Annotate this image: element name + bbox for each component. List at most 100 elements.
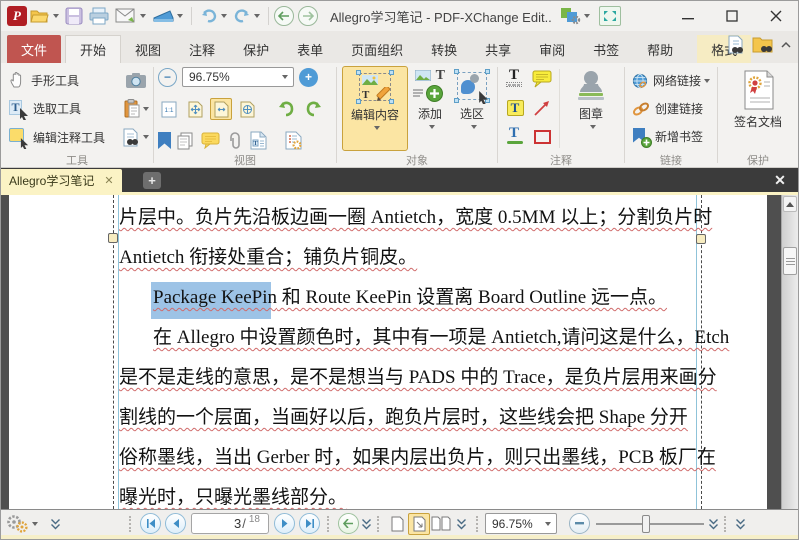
- content-pane-button[interactable]: T: [250, 131, 267, 150]
- tab-close-icon[interactable]: ✕: [104, 174, 113, 187]
- rotate-ccw-button[interactable]: [274, 98, 298, 120]
- two-page-button[interactable]: [430, 513, 452, 535]
- tab-review[interactable]: 审阅: [525, 35, 579, 63]
- vertical-scrollbar[interactable]: [781, 195, 798, 509]
- actual-size-button[interactable]: 1:1: [158, 98, 180, 120]
- document-line[interactable]: 在 Allegro 中设置颜色时，其中有一项是 Antietch,请问这是什么，…: [119, 322, 729, 348]
- tab-help[interactable]: 帮助: [633, 35, 687, 63]
- session-button[interactable]: [558, 4, 593, 28]
- document-line[interactable]: 是不是走线的意思，是不是想当与 PADS 中的 Trace，是负片层用来画分: [119, 362, 717, 388]
- edit-content-button[interactable]: T 编辑内容: [342, 66, 408, 151]
- previous-view-button[interactable]: [338, 513, 359, 534]
- close-document-button[interactable]: ✕: [768, 171, 792, 190]
- scan-button[interactable]: [149, 4, 186, 28]
- web-link-button[interactable]: 网络链接: [629, 67, 713, 94]
- select-tool-button[interactable]: T 选取工具: [5, 96, 123, 122]
- close-button[interactable]: [754, 1, 798, 31]
- create-link-button[interactable]: 创建链接: [629, 95, 713, 122]
- save-button[interactable]: [62, 4, 86, 28]
- thumbnails-pane-button[interactable]: [177, 132, 195, 150]
- document-line[interactable]: 曝光时，只曝光墨线部分。: [119, 482, 704, 508]
- minimize-button[interactable]: [666, 1, 710, 31]
- last-page-button[interactable]: [299, 513, 320, 534]
- single-page-button[interactable]: [386, 513, 408, 535]
- scroll-up-button[interactable]: [783, 196, 797, 212]
- tab-form[interactable]: 表单: [283, 35, 337, 63]
- paste-button[interactable]: [123, 96, 149, 122]
- forward-button[interactable]: [298, 6, 318, 26]
- redo-button[interactable]: [230, 4, 263, 28]
- selection-handle-left[interactable]: [108, 233, 118, 243]
- sticky-note-button[interactable]: [529, 66, 555, 92]
- tab-share[interactable]: 共享: [471, 35, 525, 63]
- text-style-button[interactable]: T: [502, 124, 528, 150]
- tab-file[interactable]: 文件: [7, 35, 62, 63]
- properties-pane-button[interactable]: [285, 131, 302, 150]
- zoom-slider-handle[interactable]: [642, 514, 650, 533]
- document-tab[interactable]: Allegro学习笔记 ✕: [1, 169, 122, 192]
- zoom-slider[interactable]: [596, 514, 704, 534]
- zoom-out-slider-button[interactable]: [569, 513, 590, 534]
- document-line[interactable]: 俗称墨线，当出 Gerber 时，如果内层出负片，则只出墨线，PCB 板厂在: [119, 442, 716, 468]
- tab-organize[interactable]: 页面组织: [337, 35, 417, 63]
- open-button[interactable]: [27, 4, 62, 28]
- page-number-field[interactable]: 3 / 18: [191, 513, 269, 534]
- attachments-pane-button[interactable]: [226, 131, 244, 150]
- maximize-button[interactable]: [710, 1, 754, 31]
- back-button[interactable]: [274, 6, 294, 26]
- bookmarks-pane-button[interactable]: [158, 132, 171, 149]
- arrow-tool-button[interactable]: [529, 95, 555, 121]
- find-document-button[interactable]: [726, 35, 746, 55]
- selected-text[interactable]: Package KeePin: [153, 287, 277, 308]
- tab-convert[interactable]: 转换: [417, 35, 471, 63]
- rotate-cw-button[interactable]: [302, 98, 326, 120]
- print-button[interactable]: [86, 4, 112, 28]
- text-box-button[interactable]: T: [502, 95, 528, 121]
- fit-visible-button[interactable]: [236, 98, 258, 120]
- zoom-in-button[interactable]: +: [299, 67, 318, 87]
- tab-home[interactable]: 开始: [65, 35, 122, 63]
- new-tab-button[interactable]: +: [143, 172, 161, 189]
- document-line[interactable]: Package KeePin 和 Route KeePin 设置离 Board …: [119, 282, 704, 308]
- fit-page-button[interactable]: [210, 98, 232, 120]
- search-button[interactable]: [123, 124, 149, 150]
- rectangle-tool-button[interactable]: [529, 124, 555, 150]
- previous-page-button[interactable]: [165, 513, 186, 534]
- stamp-button[interactable]: 图章: [565, 66, 617, 151]
- comments-pane-button[interactable]: [201, 132, 220, 149]
- add-object-button[interactable]: T 添加: [410, 66, 450, 151]
- document-line[interactable]: 割线的一个层面，当画好以后，跑负片层时，这些线会把 Shape 分开: [119, 402, 704, 428]
- zoom-out-button[interactable]: −: [158, 67, 177, 87]
- typewriter-button[interactable]: T: [502, 66, 528, 92]
- sign-document-button[interactable]: 签名文档: [726, 66, 790, 151]
- fit-width-button[interactable]: [184, 98, 206, 120]
- document-page[interactable]: 片层中。负片先沿板边画一圈 Antietch，宽度 0.5MM 以上；分割负片时…: [9, 195, 767, 509]
- undo-button[interactable]: [197, 4, 230, 28]
- document-line[interactable]: 片层中。负片先沿板边画一圈 Antietch，宽度 0.5MM 以上；分割负片时: [119, 202, 712, 228]
- edit-comment-tool-button[interactable]: 编辑注释工具: [5, 124, 123, 150]
- fullscreen-button[interactable]: [598, 6, 621, 26]
- document-line[interactable]: Antietch 衔接处重合；铺负片铜皮。: [119, 242, 704, 268]
- statusbar-zoom-combo[interactable]: 96.75%: [485, 513, 557, 534]
- continuous-page-button[interactable]: [408, 512, 430, 535]
- statusbar-overflow-button[interactable]: [735, 518, 746, 530]
- hand-tool-button[interactable]: 手形工具: [5, 67, 123, 93]
- tab-bookmark[interactable]: 书签: [579, 35, 633, 63]
- find-folder-button[interactable]: [752, 36, 774, 54]
- tab-view[interactable]: 视图: [121, 35, 175, 63]
- view-history-button[interactable]: [361, 518, 372, 530]
- scrollbar-thumb[interactable]: [783, 247, 797, 275]
- collapse-ribbon-icon[interactable]: [780, 41, 792, 49]
- tab-comment[interactable]: 注释: [175, 35, 229, 63]
- expand-panel-button[interactable]: [50, 518, 61, 530]
- statusbar-settings-button[interactable]: [5, 514, 38, 534]
- tab-protect[interactable]: 保护: [229, 35, 283, 63]
- zoom-more-button[interactable]: [708, 518, 719, 530]
- first-page-button[interactable]: [140, 513, 161, 534]
- add-bookmark-button[interactable]: 新增书签: [629, 123, 713, 150]
- zoom-combo[interactable]: 96.75%: [182, 67, 294, 87]
- snapshot-button[interactable]: [123, 67, 149, 93]
- email-button[interactable]: [112, 4, 149, 28]
- selection-button[interactable]: 选区: [452, 66, 492, 151]
- next-page-button[interactable]: [274, 513, 295, 534]
